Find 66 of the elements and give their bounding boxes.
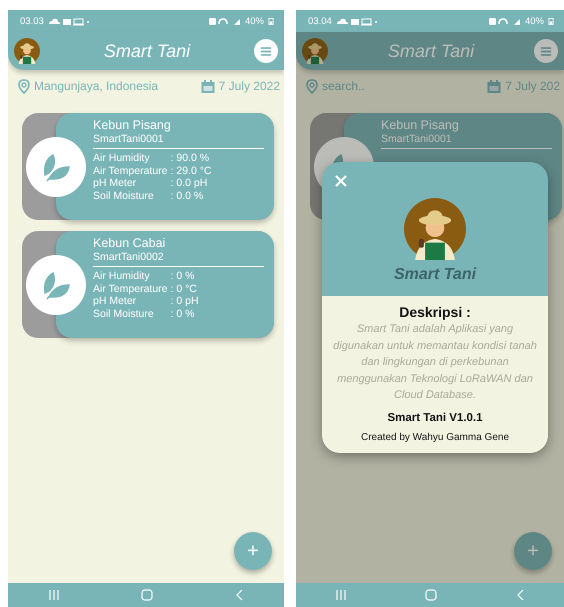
reading-label: pH Meter	[93, 177, 138, 190]
device-card[interactable]: Kebun Pisang SmartTani0001 Air Humidity : 90.0 % Air Temperature : 29.0 °C pH Meter : 0.0 pH Soil Moisture : 0.0 %	[56, 113, 274, 220]
notification-icons-drawing	[336, 16, 378, 26]
device-name: Kebun Pisang	[93, 118, 172, 133]
app-title: Smart Tani	[388, 40, 474, 62]
reading-label: Air Humidity	[93, 270, 151, 282]
reading-label: Air Temperature	[93, 164, 168, 177]
recent-apps-icon[interactable]	[336, 589, 346, 601]
farmer-icon	[14, 38, 40, 64]
back-icon[interactable]	[236, 589, 243, 601]
location-pin-icon	[306, 78, 318, 94]
add-button[interactable]: +	[514, 532, 552, 570]
reading-value: : 0.0 pH	[170, 177, 208, 190]
menu-icon	[260, 46, 272, 56]
farmer-icon	[302, 38, 328, 64]
location-pin-icon	[18, 78, 30, 94]
device-id: SmartTani0001	[93, 133, 264, 149]
menu-icon	[540, 46, 552, 56]
reading-value: : 0 %	[170, 308, 196, 320]
recent-apps-icon[interactable]	[49, 589, 60, 601]
device-name: Kebun Cabai	[93, 236, 166, 251]
reading-label: pH Meter	[93, 295, 138, 308]
clock-text: 03.03	[20, 16, 44, 26]
location-field[interactable]: search..	[322, 79, 472, 93]
device-card[interactable]: Kebun Cabai SmartTani0002 Air Humidity : 0 % Air Temperature : 0 °C pH Meter : 0 pH Soil Moisture : 0 %	[56, 231, 274, 338]
system-icons-drawing	[208, 16, 241, 26]
notification-icons-drawing	[48, 16, 90, 26]
battery-icon	[548, 16, 554, 26]
home-icon[interactable]	[141, 589, 154, 601]
description-text: Smart Tani adalah Aplikasi yang digunakan untuk memantau kondisi tanah dan lingkungan di perkebunan menggunakan Teknologi LoRaWAN dan Cloud Database.	[332, 322, 538, 403]
reading-value: : 0 pH	[170, 295, 200, 308]
date-text: 7 July 202	[505, 79, 560, 93]
app-title: Smart Tani	[104, 40, 190, 62]
reading-value: : 0 °C	[170, 282, 198, 295]
home-icon[interactable]	[425, 589, 438, 601]
battery-text: 40%	[524, 16, 544, 26]
reading-label: Soil Moisture	[93, 190, 155, 202]
reading-value: : 0.0 %	[170, 190, 204, 202]
reading-value: : 0 %	[170, 270, 196, 282]
menu-button[interactable]	[254, 39, 278, 63]
clock-text: 03.04	[308, 16, 332, 26]
device-id: SmartTani0001	[381, 133, 552, 149]
calendar-icon	[200, 80, 215, 92]
reading-label: Soil Moisture	[93, 308, 155, 320]
calendar-icon	[487, 80, 502, 92]
close-button[interactable]	[334, 174, 348, 188]
device-name: Kebun Pisang	[381, 118, 460, 133]
version-text: Smart Tani V1.0.1	[387, 412, 483, 424]
description-heading: Deskripsi :	[399, 304, 471, 320]
reading-label: Air Humidity	[93, 152, 151, 164]
add-button[interactable]: +	[234, 532, 272, 570]
location-field[interactable]: Mangunjaya, Indonesia	[34, 79, 184, 93]
reading-value: : 29.0 °C	[170, 164, 212, 177]
close-icon	[334, 174, 348, 188]
system-icons-drawing	[488, 16, 521, 26]
back-icon[interactable]	[517, 589, 524, 601]
reading-label: Air Temperature	[93, 282, 168, 295]
reading-value: : 90.0 %	[170, 152, 210, 164]
farmer-icon	[404, 198, 466, 260]
dialog-title: Smart Tani	[394, 266, 476, 284]
menu-button[interactable]	[534, 39, 558, 63]
credit-text: Created by Wahyu Gamma Gene	[360, 432, 510, 442]
date-text: 7 July 2022	[218, 79, 280, 93]
battery-icon	[268, 16, 274, 26]
battery-text: 40%	[244, 16, 264, 26]
device-id: SmartTani0002	[93, 251, 264, 267]
